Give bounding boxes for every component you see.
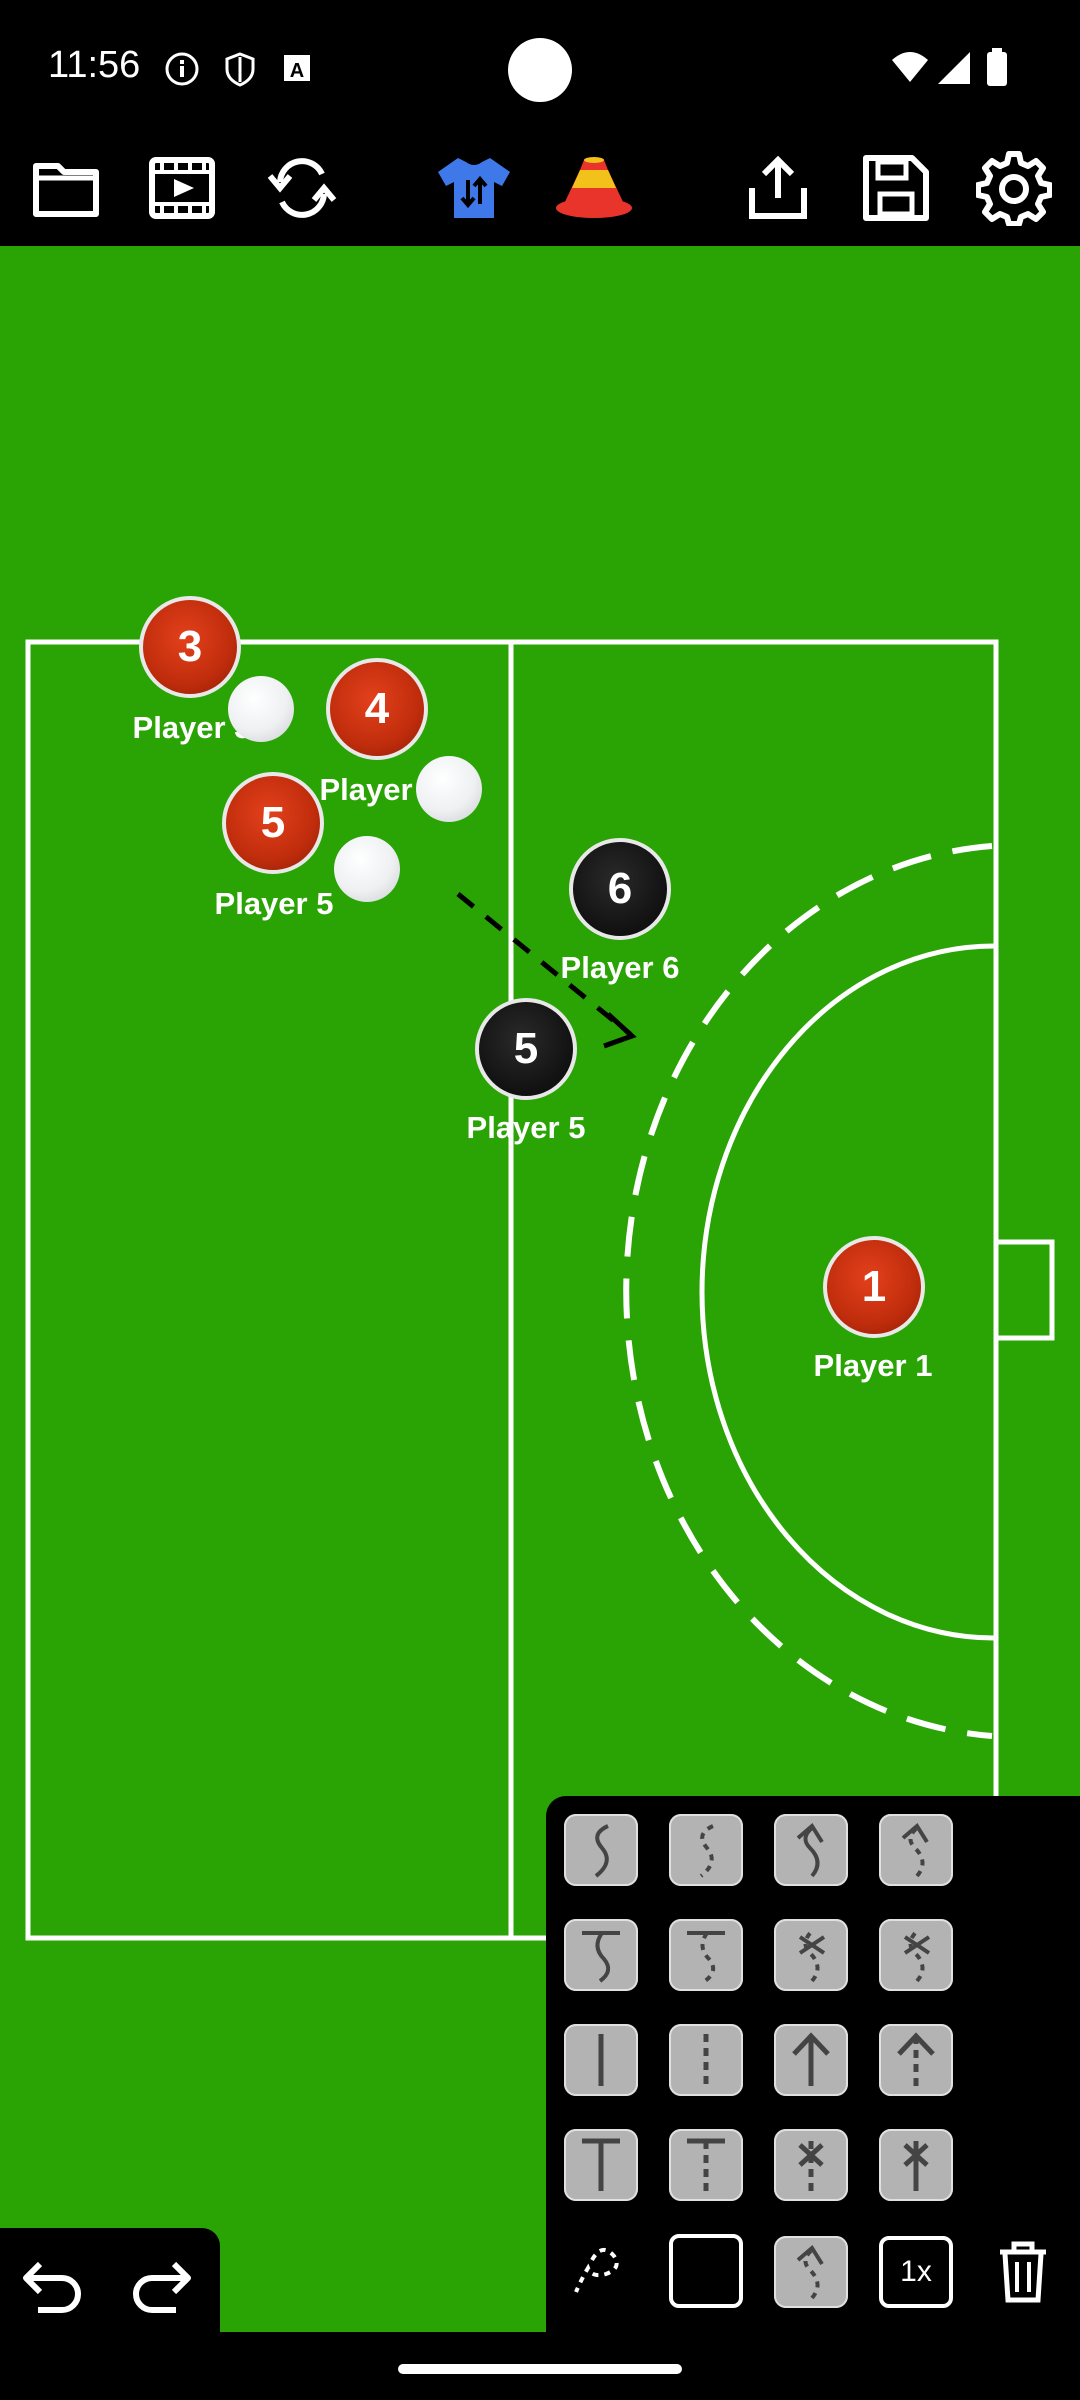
ball-icon[interactable] xyxy=(228,676,294,742)
tool-freehand[interactable] xyxy=(562,2234,636,2306)
animation-player-button[interactable] xyxy=(134,140,230,236)
tool-rectangle[interactable] xyxy=(669,2234,743,2308)
line-dashed-cross-icon xyxy=(903,2141,929,2191)
tool-curve-dashed-arrow[interactable] xyxy=(879,1814,953,1886)
curve-t-icon xyxy=(582,1931,620,1983)
tool-curve-dashed-t[interactable] xyxy=(669,1919,743,1991)
freehand-lasso-icon xyxy=(574,2248,619,2293)
wifi-icon xyxy=(892,52,928,82)
tool-line-dashed-arrow[interactable] xyxy=(879,2024,953,2096)
svg-text:A: A xyxy=(290,60,304,82)
speed-button[interactable]: 1x xyxy=(879,2236,953,2308)
player-token-4[interactable]: 4 xyxy=(326,658,428,760)
player-label: Player 5 xyxy=(466,1110,586,1145)
curve-arrow-icon xyxy=(796,1822,824,1878)
curve-cross-icon xyxy=(798,1929,826,1983)
tool-curve-solid[interactable] xyxy=(564,1814,638,1886)
tool-curve-t[interactable] xyxy=(564,1919,638,1991)
save-icon xyxy=(863,155,929,221)
tool-curve-dashed[interactable] xyxy=(669,1814,743,1886)
settings-button[interactable] xyxy=(966,140,1062,236)
line-t-icon xyxy=(582,2138,620,2191)
player-label: Player 1 xyxy=(813,1348,933,1383)
trash-icon xyxy=(1000,2241,1046,2303)
speed-label: 1x xyxy=(900,2255,932,2288)
tool-line-dashed-t[interactable] xyxy=(669,2129,743,2201)
swap-team-button[interactable] xyxy=(426,140,522,236)
save-button[interactable] xyxy=(848,140,944,236)
shield-icon xyxy=(225,52,255,87)
selected-tool-icon xyxy=(796,2244,824,2300)
tool-curve-arrow[interactable] xyxy=(774,1814,848,1886)
home-indicator[interactable] xyxy=(398,2364,682,2374)
tool-line-t[interactable] xyxy=(564,2129,638,2201)
settings-gear-icon xyxy=(976,151,1052,226)
line-dashed-icon xyxy=(703,2034,709,2086)
player-label: Player xyxy=(319,772,413,807)
signal-icon xyxy=(938,52,970,84)
curve-dashed-cross-icon xyxy=(903,1929,931,1983)
cones-button[interactable] xyxy=(546,140,642,236)
tool-curve-cross[interactable] xyxy=(774,1919,848,1991)
tool-line-arrow[interactable] xyxy=(774,2024,848,2096)
player-token-1[interactable]: 1 xyxy=(823,1236,925,1338)
curve-dashed-icon xyxy=(699,1824,714,1878)
player-token-5[interactable]: 5 xyxy=(222,772,324,874)
swap-team-shirt-icon xyxy=(438,158,510,218)
tool-line-dashed-cross[interactable] xyxy=(879,2129,953,2201)
tool-line-dashed[interactable] xyxy=(669,2024,743,2096)
ball-icon[interactable] xyxy=(334,836,400,902)
tool-curve-dashed-cross[interactable] xyxy=(879,1919,953,1991)
drawing-tools-panel: 1x xyxy=(546,1796,1080,2336)
status-time: 11:56 xyxy=(48,44,141,86)
line-dashed-t-icon xyxy=(687,2138,725,2191)
player-label: Player 5 xyxy=(214,886,334,921)
redo-icon[interactable] xyxy=(126,2252,196,2316)
battery-icon xyxy=(987,48,1007,86)
player-token-6[interactable]: 6 xyxy=(569,838,671,940)
history-controls xyxy=(0,2228,220,2338)
line-solid-icon xyxy=(598,2034,604,2086)
delete-button[interactable] xyxy=(986,2236,1060,2308)
curve-solid-icon xyxy=(594,1824,609,1878)
cones-icon xyxy=(556,157,632,218)
line-arrow-icon xyxy=(792,2032,830,2086)
line-dashed-arrow-icon xyxy=(897,2032,935,2086)
tool-line-cross[interactable] xyxy=(774,2129,848,2201)
tool-line-solid[interactable] xyxy=(564,2024,638,2096)
tool-selected[interactable] xyxy=(774,2236,848,2308)
open-folder-icon xyxy=(33,163,99,217)
ball-icon[interactable] xyxy=(416,756,482,822)
sync-button[interactable] xyxy=(254,140,350,236)
camera-cutout xyxy=(508,38,572,102)
open-folder-button[interactable] xyxy=(18,140,114,236)
info-icon xyxy=(165,52,199,86)
sync-icon xyxy=(267,158,337,218)
curve-dashed-arrow-icon xyxy=(901,1822,929,1878)
share-button[interactable] xyxy=(730,140,826,236)
line-cross-icon xyxy=(798,2141,824,2191)
toolbar xyxy=(0,140,1080,246)
status-bar: 11:56 A xyxy=(0,0,1080,140)
animation-player-icon xyxy=(149,157,215,219)
curve-dashed-t-icon xyxy=(687,1931,725,1983)
player-token-3[interactable]: 3 xyxy=(139,596,241,698)
player-label: Player 6 xyxy=(560,950,680,985)
undo-icon[interactable] xyxy=(18,2252,88,2316)
share-icon xyxy=(749,155,807,219)
player-token-5-black[interactable]: 5 xyxy=(475,998,577,1100)
a-icon: A xyxy=(284,55,310,82)
